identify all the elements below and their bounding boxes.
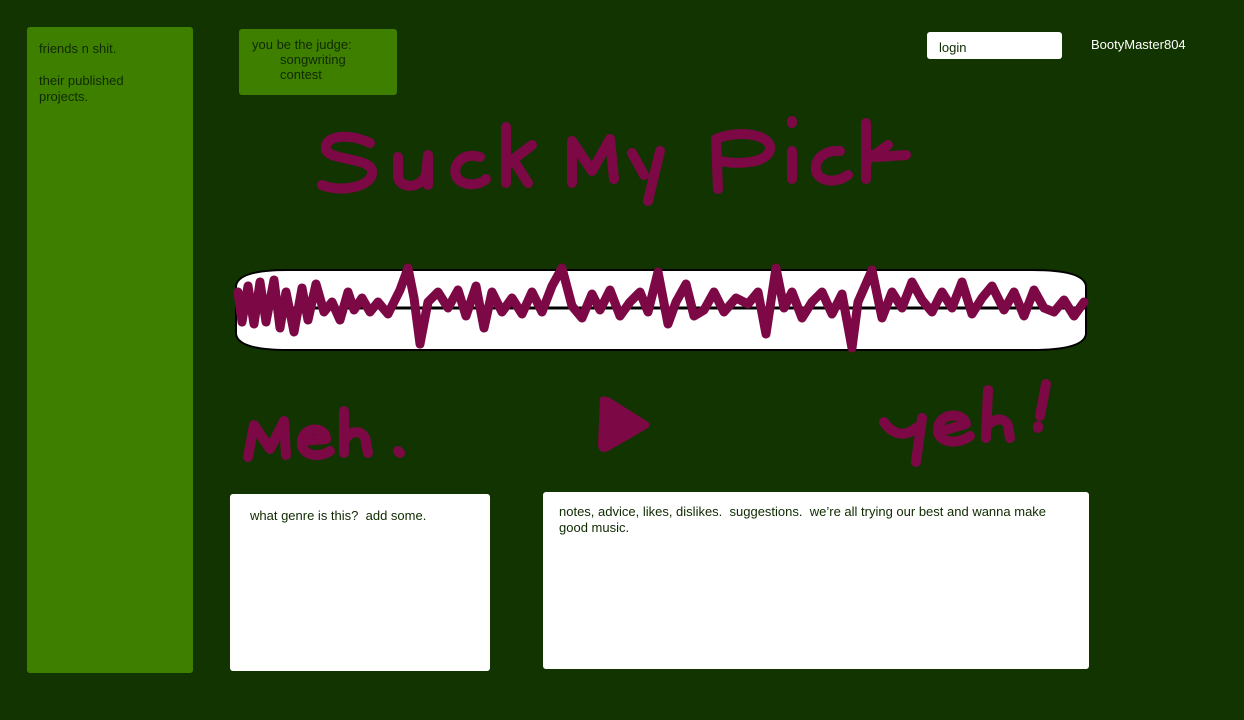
- genre-input[interactable]: [230, 494, 490, 671]
- friends-sidebar: friends n shit. their published projects…: [27, 27, 193, 673]
- waveform-player[interactable]: [228, 262, 1092, 358]
- login-field[interactable]: [927, 32, 1062, 59]
- rating-meh-button[interactable]: [240, 405, 415, 467]
- sidebar-item-friends[interactable]: friends n shit.: [39, 41, 181, 57]
- username-label: BootyMaster804: [1091, 37, 1186, 52]
- songwriting-contest-card[interactable]: you be the judge: songwriting contest: [239, 29, 397, 95]
- notes-input[interactable]: [543, 492, 1089, 669]
- play-triangle-icon[interactable]: [592, 392, 654, 456]
- handwritten-title: [317, 116, 911, 206]
- sidebar-item-published-projects[interactable]: their published projects.: [39, 73, 181, 105]
- page: friends n shit. their published projects…: [0, 0, 1244, 720]
- rating-yeh-button[interactable]: [876, 378, 1056, 470]
- contest-title: you be the judge:: [252, 37, 352, 52]
- contest-subtitle: songwriting contest: [280, 52, 346, 82]
